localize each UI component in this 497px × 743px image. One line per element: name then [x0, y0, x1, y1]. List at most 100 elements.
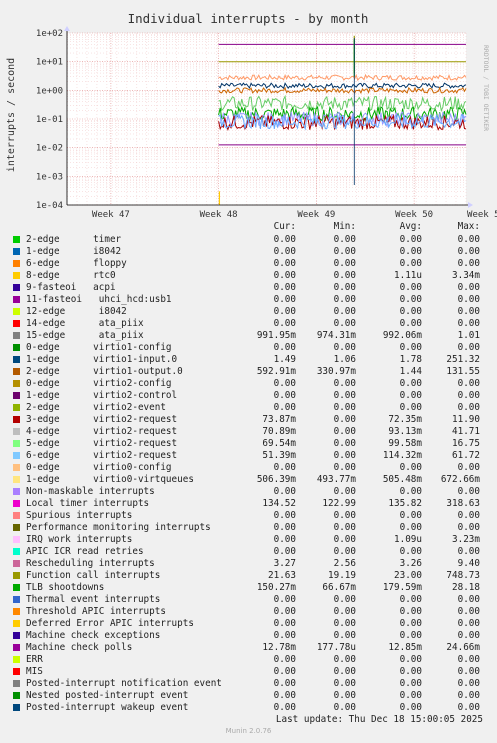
interrupts-chart: Individual interrupts - by month interru…	[6, 11, 497, 220]
legend-swatch	[13, 416, 20, 423]
legend-swatch	[13, 668, 20, 675]
legend-swatch	[13, 680, 20, 687]
legend-row: Machine check exceptions 0.00 0.00 0.00 0.00	[0, 630, 497, 642]
legend-swatch	[13, 272, 20, 279]
legend-series-name: Nested posted-interrupt event	[26, 690, 189, 701]
legend-series-name: MIS	[26, 666, 43, 677]
legend-swatch	[13, 632, 20, 639]
legend-min-value: 0.00	[333, 378, 356, 389]
legend-series-name: 2-edge timer	[26, 234, 122, 245]
y-tick-label: 1e-03	[36, 172, 63, 182]
legend-row: 3-edge virtio2-request 73.87m 0.00 72.35m 11…	[0, 414, 497, 426]
legend-row: Non-maskable interrupts 0.00 0.00 0.00 0.00	[0, 486, 497, 498]
legend-max-value: 0.00	[457, 546, 480, 557]
legend-cur-value: 134.52	[262, 498, 296, 509]
legend-min-value: 0.00	[333, 534, 356, 545]
legend-row: Function call interrupts 21.63 19.19 23.00 7…	[0, 570, 497, 582]
legend-avg-value: 0.00	[399, 630, 422, 641]
legend-series-name: Performance monitoring interrupts	[26, 522, 211, 533]
legend-cur-value: 592.91m	[256, 366, 296, 377]
legend-cur-value: 51.39m	[262, 450, 296, 461]
legend-swatch	[13, 536, 20, 543]
legend-row: 4-edge virtio2-request 70.89m 0.00 93.13m 41…	[0, 426, 497, 438]
legend-row: 9-fasteoi acpi 0.00 0.00 0.00 0.00	[0, 282, 497, 294]
legend-cur-value: 0.00	[273, 606, 296, 617]
legend-swatch	[13, 440, 20, 447]
legend-avg-value: 0.00	[399, 594, 422, 605]
legend-swatch	[13, 476, 20, 483]
legend-min-value: 0.00	[333, 546, 356, 557]
legend-cur-value: 0.00	[273, 390, 296, 401]
legend-cur-value: 991.95m	[256, 330, 296, 341]
legend-series-name: 9-fasteoi acpi	[26, 282, 116, 293]
legend-max-value: 251.32	[446, 354, 480, 365]
legend-cur-value: 1.49	[273, 354, 296, 365]
legend-cur-value: 0.00	[273, 294, 296, 305]
legend-max-value: 0.00	[457, 294, 480, 305]
x-axis-arrow	[468, 202, 473, 208]
legend-cur-value: 12.78m	[262, 642, 296, 653]
legend-series-name: 3-edge virtio2-request	[26, 414, 178, 425]
last-update: Last update: Thu Dec 18 15:00:05 2025	[275, 714, 483, 725]
legend-swatch	[13, 404, 20, 411]
legend-min-value: 0.00	[333, 294, 356, 305]
legend-min-value: 0.00	[333, 390, 356, 401]
legend-avg-value: 992.06m	[382, 330, 422, 341]
legend-max-value: 11.90	[452, 414, 480, 425]
legend-max-value: 0.00	[457, 306, 480, 317]
legend-cur-value: 0.00	[273, 630, 296, 641]
legend-min-value: 0.00	[333, 594, 356, 605]
legend-max-value: 748.73	[446, 570, 480, 581]
legend-max-value: 131.55	[446, 366, 480, 377]
legend-series-name: 1-edge virtio0-virtqueues	[26, 474, 194, 485]
legend-min-value: 1.06	[333, 354, 356, 365]
legend-series-name: 14-edge ata_piix	[26, 318, 144, 329]
legend-row: 2-edge virtio1-output.0 592.91m 330.97m 1.4…	[0, 366, 497, 378]
legend-series-name: Threshold APIC interrupts	[26, 606, 166, 617]
legend-swatch	[13, 560, 20, 567]
legend-swatch	[13, 452, 20, 459]
legend-cur-value: 3.27	[273, 558, 296, 569]
legend-series-name: 8-edge rtc0	[26, 270, 116, 281]
legend-swatch	[13, 608, 20, 615]
legend-min-value: 177.78u	[316, 642, 356, 653]
legend-avg-value: 0.00	[399, 690, 422, 701]
legend-row: 0-edge virtio1-config 0.00 0.00 0.00 0.00	[0, 342, 497, 354]
legend-swatch	[13, 248, 20, 255]
legend-swatch	[13, 332, 20, 339]
legend-series-name: 2-edge virtio2-event	[26, 402, 166, 413]
legend-swatch	[13, 368, 20, 375]
legend-max-value: 16.75	[452, 438, 480, 449]
legend-swatch	[13, 584, 20, 591]
legend-avg-value: 99.58m	[388, 438, 422, 449]
legend-avg-value: 0.00	[399, 342, 422, 353]
legend-series-name: 0-edge virtio0-config	[26, 462, 172, 473]
legend-swatch	[13, 512, 20, 519]
legend-min-value: 0.00	[333, 522, 356, 533]
legend-series-name: 1-edge virtio2-control	[26, 390, 178, 401]
legend-avg-value: 0.00	[399, 378, 422, 389]
x-tick-label: Week 49	[297, 210, 335, 220]
legend-series-name: Rescheduling interrupts	[26, 558, 155, 569]
legend-cur-value: 0.00	[273, 666, 296, 677]
legend-avg-value: 12.85m	[388, 642, 422, 653]
legend-swatch	[13, 296, 20, 303]
legend-min-value: 0.00	[333, 462, 356, 473]
legend-series-name: 6-edge floppy	[26, 258, 127, 269]
legend-max-value: 28.18	[452, 582, 480, 593]
legend-swatch	[13, 488, 20, 495]
legend-row: ERR 0.00 0.00 0.00 0.00	[0, 654, 497, 666]
legend-max-value: 0.00	[457, 678, 480, 689]
y-tick-label: 1e+01	[36, 58, 63, 68]
legend-max-value: 0.00	[457, 522, 480, 533]
y-tick-labels: 1e+02 1e+01 1e+00 1e-01 1e-02 1e-03 1e-04	[36, 29, 63, 211]
legend-swatch	[13, 284, 20, 291]
legend-avg-value: 0.00	[399, 606, 422, 617]
legend-row: 1-edge virtio1-input.0 1.49 1.06 1.78 251.32	[0, 354, 497, 366]
legend-row: Threshold APIC interrupts 0.00 0.00 0.00 0.0…	[0, 606, 497, 618]
legend-min-value: 0.00	[333, 270, 356, 281]
legend-row: Posted-interrupt wakeup event 0.00 0.00 0.0…	[0, 702, 497, 714]
legend-avg-value: 0.00	[399, 246, 422, 257]
legend-row: 1-edge virtio0-virtqueues 506.39m 493.77m 5…	[0, 474, 497, 486]
rrdtool-credit: RRDTOOL / TOBI OETIKER	[482, 45, 490, 131]
